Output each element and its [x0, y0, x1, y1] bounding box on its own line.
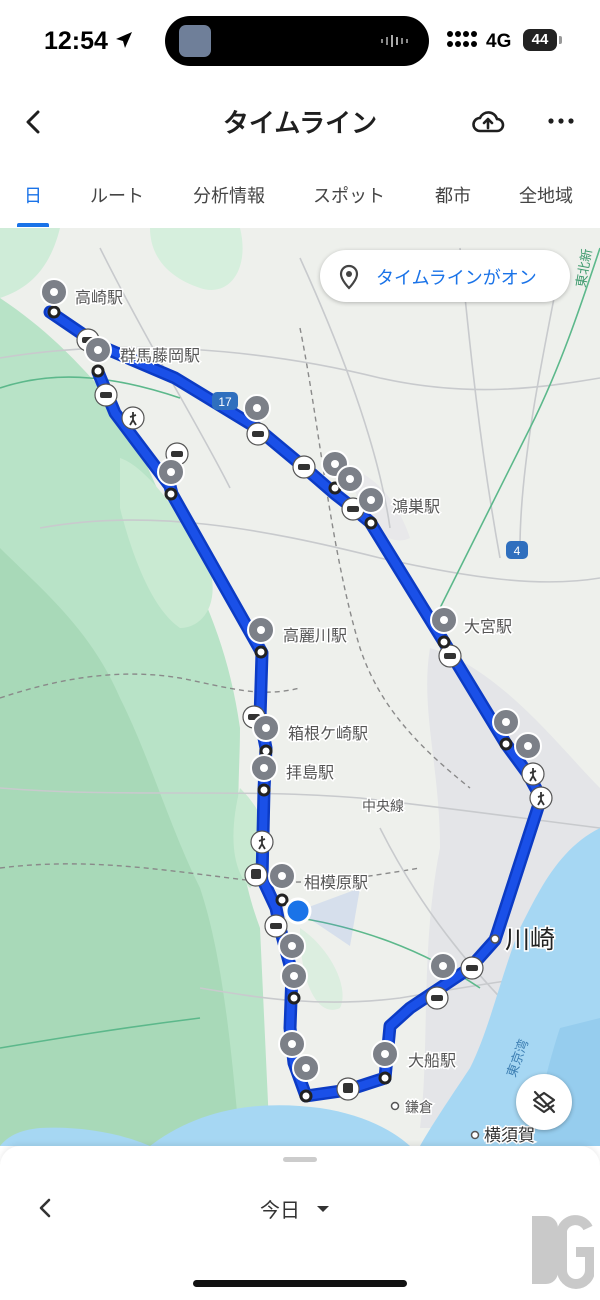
label-komagawa: 高麗川駅 — [283, 626, 347, 645]
current-location-dot — [284, 897, 312, 925]
tab-cities[interactable]: 都市 — [435, 182, 471, 208]
battery-level: 44 — [531, 31, 549, 48]
timeline-map[interactable]: 17 4 高崎駅 群馬藤岡駅 鴻巣駅 大宮駅 高麗川駅 箱根ケ崎駅 拝島駅 相模… — [0, 228, 600, 1146]
tab-bar: 日 ルート 分析情報 スポット 都市 全地域 — [0, 160, 600, 229]
label-kamakura: 鎌倉 — [405, 1100, 433, 1116]
sheet-drag-handle[interactable] — [283, 1157, 317, 1162]
road-shield-17-label: 17 — [218, 395, 232, 409]
label-yokosuka: 横須賀 — [484, 1126, 535, 1146]
status-bar: 12:54 4G 44 — [0, 0, 600, 84]
tab-route[interactable]: ルート — [90, 182, 144, 208]
status-time: 12:54 — [44, 27, 108, 55]
label-sagamihara: 相模原駅 — [304, 873, 368, 892]
timeline-status-chip[interactable]: タイムラインがオン — [320, 250, 570, 302]
dropdown-caret-icon[interactable] — [316, 1204, 330, 1214]
label-ofuna: 大船駅 — [408, 1051, 456, 1070]
label-gunma-fujioka: 群馬藤岡駅 — [120, 346, 200, 365]
app-bar: タイムライン — [0, 84, 600, 160]
location-arrow-icon — [116, 32, 132, 48]
page-title: タイムライン — [222, 109, 378, 139]
label-omiya: 大宮駅 — [464, 617, 512, 636]
date-selector-label[interactable]: 今日 — [260, 1194, 300, 1223]
active-tab-indicator — [17, 223, 49, 227]
road-shield-17: 17 — [212, 392, 238, 410]
battery-tip — [559, 36, 562, 44]
watermark-logo — [532, 1215, 594, 1289]
tab-day[interactable]: 日 — [24, 182, 42, 208]
road-shield-4-label: 4 — [514, 544, 521, 558]
label-konosu: 鴻巣駅 — [392, 497, 440, 516]
timeline-status-text: タイムラインがオン — [376, 268, 537, 289]
layers-off-icon — [532, 1090, 556, 1114]
cloud-upload-icon[interactable] — [470, 104, 506, 140]
label-kawasaki: 川崎 — [505, 925, 555, 954]
tab-insights[interactable]: 分析情報 — [193, 182, 265, 208]
signal-icon — [447, 31, 477, 47]
road-shield-4: 4 — [506, 541, 528, 559]
more-options-icon[interactable] — [544, 106, 578, 136]
map-canvas: 17 4 高崎駅 群馬藤岡駅 鴻巣駅 大宮駅 高麗川駅 箱根ケ崎駅 拝島駅 相模… — [0, 228, 600, 1146]
now-playing-thumbnail — [179, 25, 211, 57]
tab-spots[interactable]: スポット — [313, 182, 385, 208]
map-layers-button[interactable] — [516, 1074, 572, 1130]
battery-icon: 44 — [523, 29, 557, 51]
previous-day-icon[interactable] — [34, 1196, 56, 1220]
label-haijima: 拝島駅 — [286, 763, 334, 782]
home-indicator — [193, 1280, 407, 1287]
network-type: 4G — [486, 31, 512, 52]
label-chuo-line: 中央線 — [362, 799, 404, 815]
tab-all-regions[interactable]: 全地域 — [519, 182, 573, 208]
audio-wave-icon — [381, 35, 408, 47]
location-pin-icon — [339, 264, 359, 290]
bottom-sheet: 今日 — [0, 1146, 600, 1300]
label-takasaki: 高崎駅 — [75, 288, 123, 307]
label-hakonegasaki: 箱根ケ崎駅 — [288, 724, 368, 743]
dynamic-island — [165, 16, 429, 66]
